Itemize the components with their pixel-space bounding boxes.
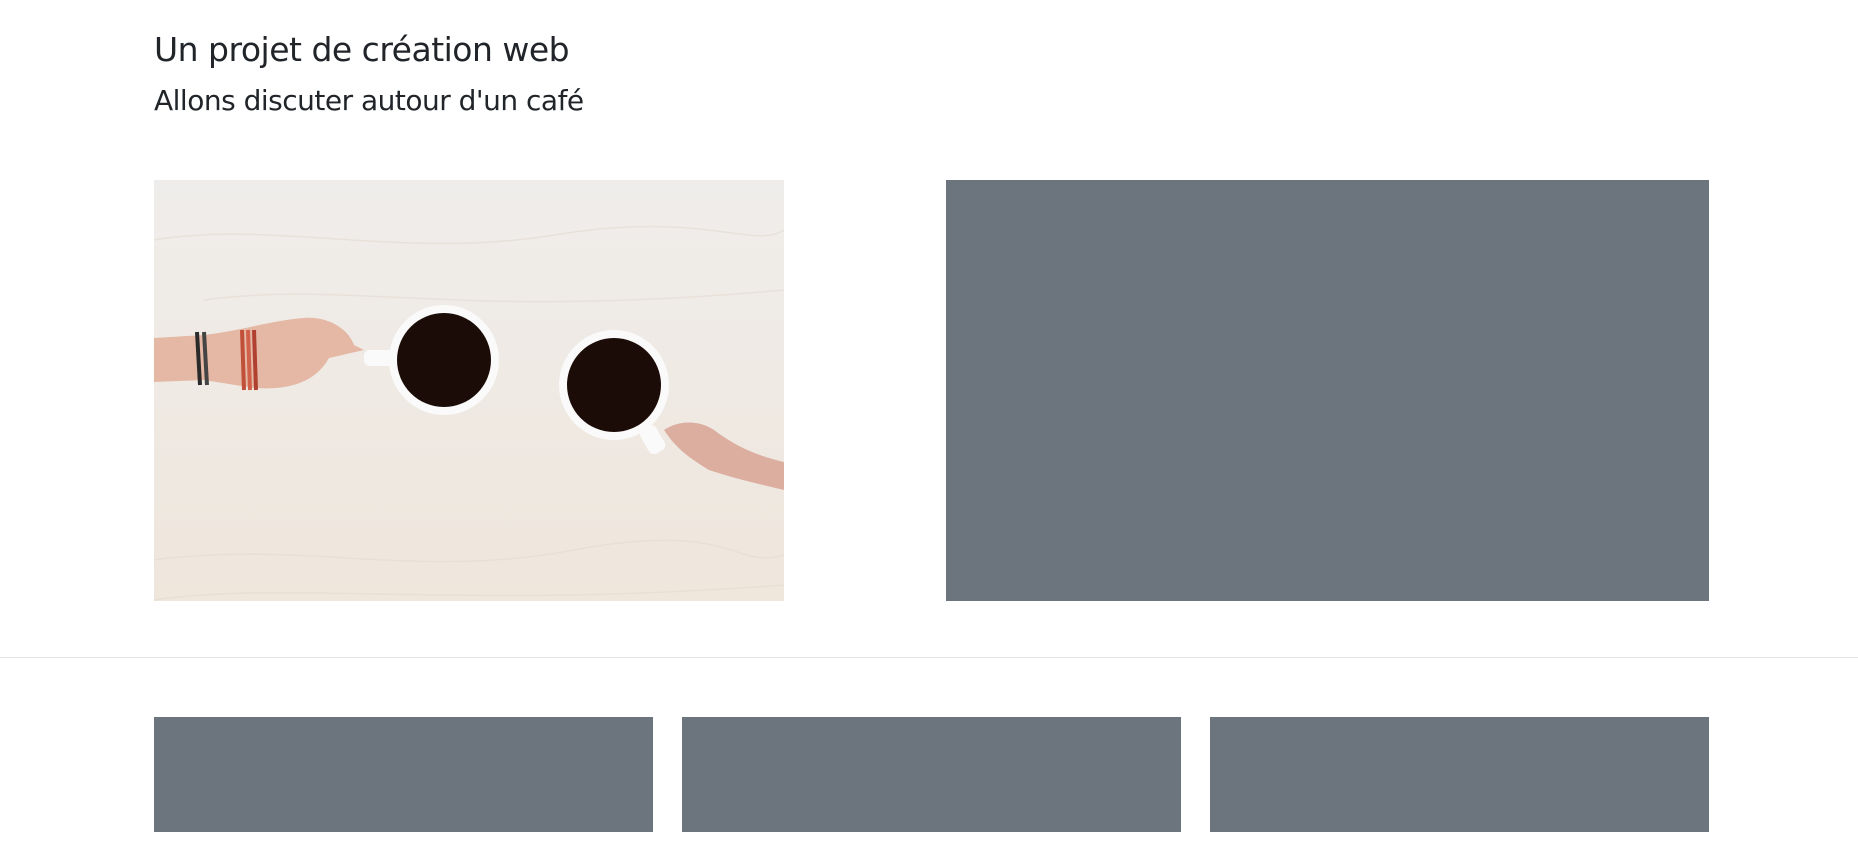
page-title: Un projet de création web xyxy=(154,30,570,69)
page-subtitle: Allons discuter autour d'un café xyxy=(154,84,584,117)
placeholder-card-1 xyxy=(154,717,653,832)
placeholder-card-2 xyxy=(682,717,1181,832)
coffee-cups-photo xyxy=(154,180,784,601)
placeholder-block-main xyxy=(946,180,1709,601)
section-divider xyxy=(0,657,1858,658)
placeholder-card-3 xyxy=(1210,717,1709,832)
